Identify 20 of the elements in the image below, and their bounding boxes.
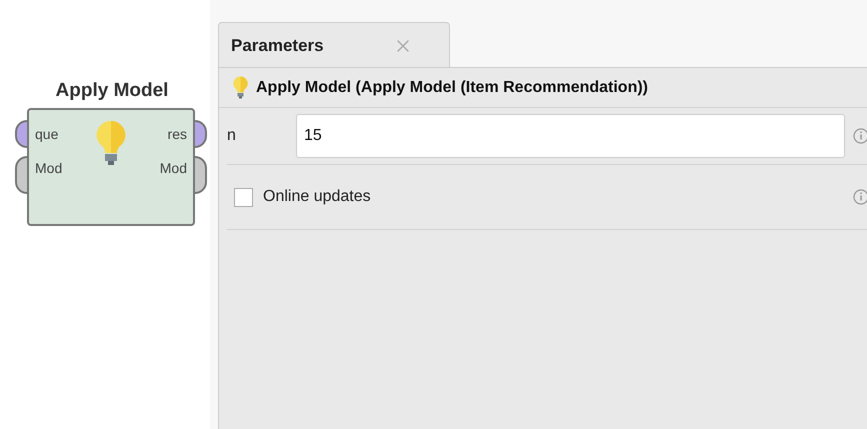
operator-title: Apply Model bbox=[56, 80, 168, 102]
input-port[interactable] bbox=[15, 120, 27, 148]
port-label: Mod bbox=[35, 160, 62, 176]
operator-heading: Apply Model (Apply Model (Item Recommendation)) bbox=[256, 78, 648, 96]
parameter-label: n bbox=[227, 127, 237, 145]
lightbulb-icon bbox=[96, 120, 126, 166]
input-port[interactable] bbox=[15, 156, 27, 194]
parameters-tab[interactable]: Parameters bbox=[218, 22, 450, 68]
operator-node[interactable]: que Mod res Mod bbox=[27, 108, 195, 226]
checkbox[interactable] bbox=[234, 188, 253, 206]
input-field[interactable]: 15 bbox=[296, 114, 845, 158]
output-port[interactable] bbox=[195, 120, 207, 148]
info-icon[interactable] bbox=[853, 189, 867, 205]
port-label: res bbox=[168, 126, 187, 142]
info-icon[interactable] bbox=[853, 128, 867, 144]
port-label: que bbox=[35, 126, 58, 142]
port-label: Mod bbox=[160, 160, 187, 176]
output-port[interactable] bbox=[195, 156, 207, 194]
checkbox-label: Online updates bbox=[263, 188, 372, 206]
lightbulb-icon bbox=[233, 76, 248, 99]
